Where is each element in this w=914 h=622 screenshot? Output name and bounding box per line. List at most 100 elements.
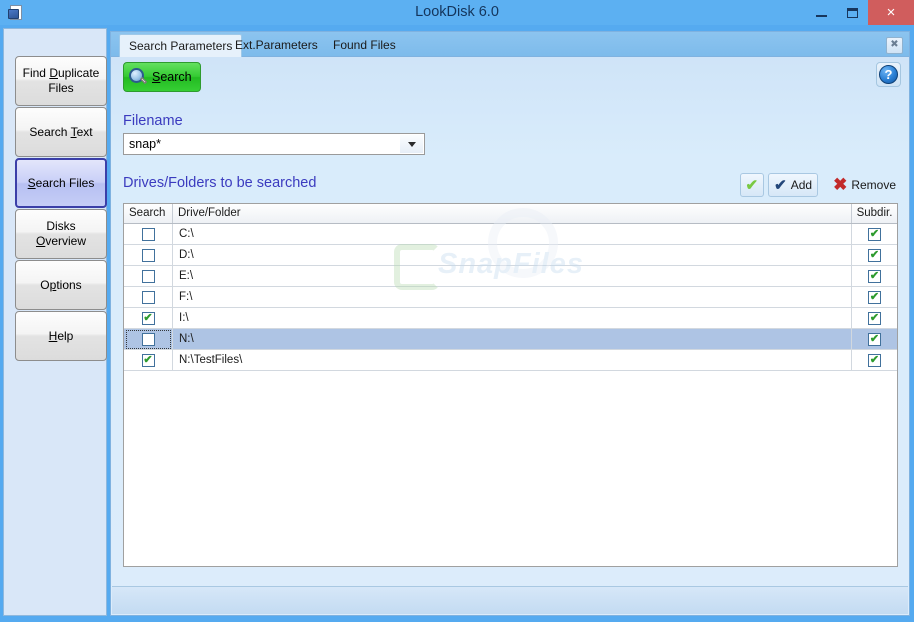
subdir-checkbox[interactable]: ✔: [868, 227, 881, 241]
maximize-button[interactable]: [837, 0, 868, 25]
row-subdir-checkbox-cell[interactable]: ✔: [852, 329, 897, 350]
row-path: N:\TestFiles\: [173, 349, 852, 371]
title-bar: LookDisk 6.0 ×: [0, 0, 914, 25]
subdir-checkbox[interactable]: ✔: [868, 248, 881, 262]
row-search-checkbox-cell[interactable]: ✔: [124, 307, 173, 329]
sidebar-item-search-text[interactable]: Search Text: [15, 107, 107, 157]
row-path: C:\: [173, 223, 852, 245]
sidebar-item-label: Options: [40, 277, 82, 292]
green-check-icon: ✔: [745, 176, 759, 194]
close-button[interactable]: ×: [868, 0, 914, 25]
table-row[interactable]: F:\ ✔: [124, 286, 897, 308]
column-header-drive-folder[interactable]: Drive/Folder: [173, 204, 852, 223]
search-checkbox[interactable]: [141, 227, 155, 241]
row-search-checkbox-cell[interactable]: [124, 265, 173, 287]
subdir-checkbox[interactable]: ✔: [868, 269, 881, 283]
table-row[interactable]: E:\ ✔: [124, 265, 897, 287]
row-path: N:\: [173, 328, 852, 350]
remove-button-label: Remove: [851, 178, 896, 192]
check-all-button[interactable]: ✔: [739, 173, 765, 197]
filename-value: snap*: [129, 137, 161, 151]
row-search-checkbox-cell[interactable]: [124, 286, 173, 308]
add-button-label: Add: [790, 178, 813, 192]
sidebar-item-label: Search Files: [27, 175, 95, 190]
sidebar-item-help[interactable]: Help: [15, 311, 107, 361]
row-subdir-checkbox-cell[interactable]: ✔: [852, 245, 897, 266]
sidebar-item-label: Disks Overview: [35, 219, 87, 248]
search-checkbox[interactable]: [141, 269, 155, 283]
magnifier-icon: [128, 67, 148, 87]
chevron-down-icon: [407, 141, 416, 147]
remove-button[interactable]: ✖ Remove: [828, 173, 901, 197]
row-path: E:\: [173, 265, 852, 287]
search-checkbox[interactable]: ✔: [141, 353, 155, 367]
row-subdir-checkbox-cell[interactable]: ✔: [852, 224, 897, 245]
sidebar-buttons: Find Duplicate Files Search Text Search …: [15, 56, 107, 361]
close-tab-icon[interactable]: ✖: [886, 37, 903, 54]
search-checkbox[interactable]: [141, 290, 155, 304]
search-button[interactable]: Search: [123, 62, 201, 92]
drives-grid[interactable]: SnapFiles Search Drive/Folder Subdir. C:…: [123, 203, 898, 567]
search-checkbox[interactable]: [141, 248, 155, 262]
subdir-checkbox[interactable]: ✔: [868, 332, 881, 346]
row-path: F:\: [173, 286, 852, 308]
row-search-checkbox-cell[interactable]: ✔: [124, 349, 173, 371]
tab-search-parameters[interactable]: Search Parameters: [119, 34, 243, 57]
maximize-icon: [847, 7, 858, 18]
search-button-label: Search: [152, 70, 192, 84]
row-path: D:\: [173, 244, 852, 266]
subdir-checkbox[interactable]: ✔: [868, 290, 881, 304]
tab-content-search-parameters: Search ? Filename snap* Drives/Folders t…: [111, 57, 909, 615]
table-row[interactable]: ✔ N:\TestFiles\ ✔: [124, 349, 897, 371]
tab-found-files[interactable]: Found Files: [324, 35, 405, 57]
red-x-icon: ✖: [833, 175, 848, 194]
minimize-icon: [816, 14, 827, 17]
row-search-checkbox-cell[interactable]: [124, 223, 173, 245]
subdir-checkbox[interactable]: ✔: [868, 311, 881, 325]
main-panel: Search Parameters Ext.Parameters Found F…: [110, 31, 910, 616]
sidebar: Find Duplicate Files Search Text Search …: [3, 28, 107, 616]
sidebar-item-options[interactable]: Options: [15, 260, 107, 310]
row-search-checkbox-cell[interactable]: [124, 244, 173, 266]
window-controls: ×: [806, 0, 914, 25]
status-strip: [112, 586, 908, 614]
search-checkbox[interactable]: [141, 332, 155, 346]
column-header-search[interactable]: Search: [124, 204, 173, 223]
subdir-checkbox[interactable]: ✔: [868, 353, 881, 367]
drives-action-buttons: ✔ ✔ Add ✖ Remove: [736, 173, 901, 197]
app-icon: [6, 2, 28, 24]
table-row[interactable]: ✔ I:\ ✔: [124, 307, 897, 329]
row-subdir-checkbox-cell[interactable]: ✔: [852, 287, 897, 308]
search-checkbox[interactable]: ✔: [141, 311, 155, 325]
table-row[interactable]: D:\ ✔: [124, 244, 897, 266]
table-row[interactable]: C:\ ✔: [124, 223, 897, 245]
check-icon: ✔: [774, 176, 787, 194]
row-subdir-checkbox-cell[interactable]: ✔: [852, 350, 897, 371]
sidebar-item-label: Help: [48, 328, 74, 343]
sidebar-item-label: Find Duplicate Files: [22, 66, 100, 95]
filename-dropdown-button[interactable]: [400, 135, 423, 153]
sidebar-item-search-files[interactable]: Search Files: [15, 158, 107, 208]
app-window: LookDisk 6.0 × Find Duplicate Files Sear…: [0, 0, 914, 622]
toolbar: Search ?: [111, 57, 909, 99]
row-subdir-checkbox-cell[interactable]: ✔: [852, 308, 897, 329]
row-search-checkbox-cell[interactable]: [124, 328, 173, 350]
column-header-subdir[interactable]: Subdir.: [852, 204, 897, 223]
row-path: I:\: [173, 307, 852, 329]
sidebar-item-disks-overview[interactable]: Disks Overview: [15, 209, 107, 259]
filename-combobox[interactable]: snap*: [123, 133, 425, 155]
help-button[interactable]: ?: [876, 62, 901, 87]
tab-ext-parameters[interactable]: Ext.Parameters: [226, 35, 327, 57]
row-subdir-checkbox-cell[interactable]: ✔: [852, 266, 897, 287]
help-circle-icon: ?: [879, 65, 898, 84]
sidebar-item-find-duplicate-files[interactable]: Find Duplicate Files: [15, 56, 107, 106]
minimize-button[interactable]: [806, 0, 837, 25]
sidebar-item-label: Search Text: [29, 124, 93, 139]
table-row[interactable]: N:\ ✔: [124, 328, 897, 350]
add-button[interactable]: ✔ Add: [768, 173, 819, 197]
drives-section-header: Drives/Folders to be searched ✔ ✔ Add ✖ …: [111, 173, 909, 199]
focus-outline: [125, 329, 171, 349]
drives-section-title: Drives/Folders to be searched: [123, 175, 317, 191]
grid-header-row: Search Drive/Folder Subdir.: [124, 204, 897, 224]
window-title: LookDisk 6.0: [415, 4, 499, 20]
